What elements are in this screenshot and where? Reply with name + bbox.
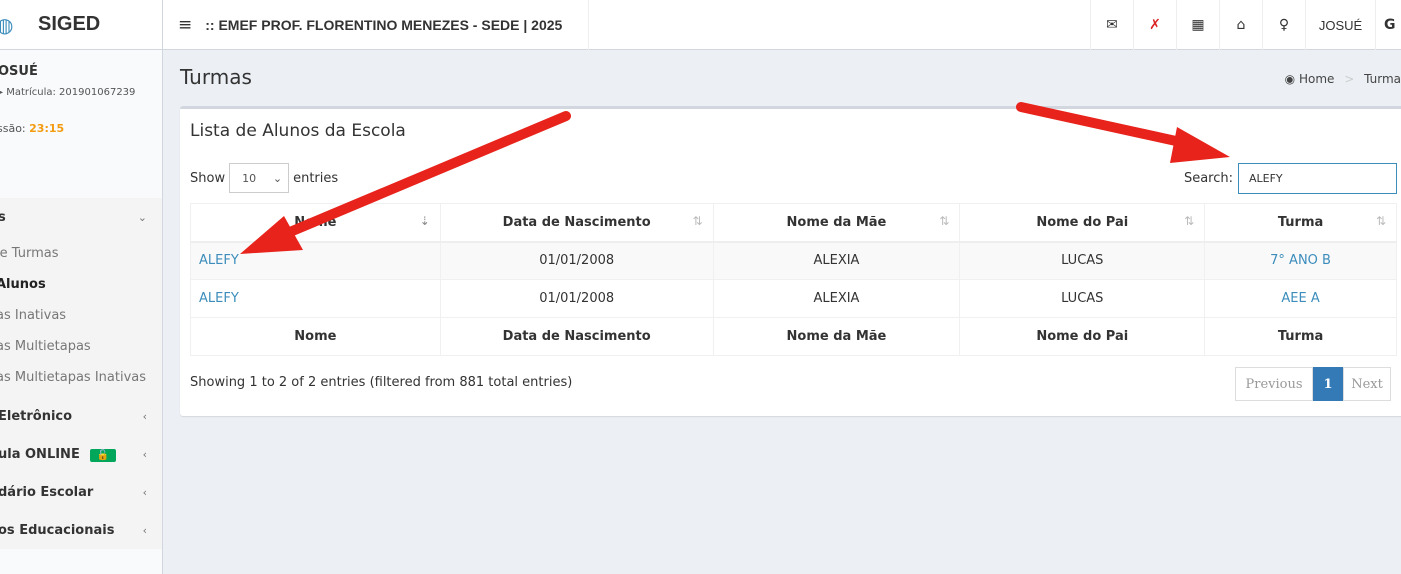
sidebar-item-aula-online[interactable]: ula ONLINE 🔓 ‹: [0, 435, 162, 473]
dashboard-icon: ◉: [1284, 72, 1296, 86]
submenu-item[interactable]: as Multietapas: [0, 331, 162, 362]
sidebar: ◍ SIGED OSUÉ ▸ Matrícula: 201901067239 s…: [0, 0, 163, 574]
previous-button[interactable]: Previous: [1235, 367, 1313, 401]
col-footer-turma: Turma: [1204, 317, 1397, 356]
sidebar-item-turmas[interactable]: s ⌄: [0, 198, 162, 236]
topbar-icons: ✉ ✗ ▦ ⌂ ♀ JOSUÉ G: [1090, 0, 1401, 50]
user-menu[interactable]: JOSUÉ: [1305, 0, 1375, 50]
submenu-item[interactable]: le Turmas: [0, 238, 162, 269]
app-name: SIGED: [38, 13, 101, 35]
col-header-pai[interactable]: Nome do Pai ⇅: [959, 203, 1206, 243]
user-name: OSUÉ: [0, 64, 38, 79]
unlock-icon: 🔓: [89, 448, 117, 462]
entries-label: entries: [293, 170, 339, 186]
breadcrumb-current: Turma: [1364, 72, 1401, 86]
page-1-button[interactable]: 1: [1313, 367, 1343, 401]
pagination: Previous 1 Next: [1235, 367, 1391, 401]
students-box: Lista de Alunos da Escola Show 10 ⌄ entri…: [180, 106, 1401, 416]
sidebar-item-calendario[interactable]: dário Escolar ‹: [0, 473, 162, 511]
cell-pai: LUCAS: [959, 241, 1206, 280]
submenu-item[interactable]: as Inativas: [0, 300, 162, 331]
student-link[interactable]: ALEFY: [199, 253, 239, 268]
col-footer-mae: Nome da Mãe: [712, 317, 961, 356]
col-header-nome[interactable]: Nome ⇣: [190, 203, 441, 243]
bank-icon[interactable]: ⌂: [1219, 0, 1262, 50]
cell-pai: LUCAS: [959, 279, 1206, 318]
search-label: Search:: [1183, 171, 1233, 186]
submenu-item-alunos[interactable]: Alunos: [0, 269, 162, 300]
sort-icon: ⇅: [1375, 214, 1386, 228]
col-header-turma[interactable]: Turma ⇅: [1204, 203, 1397, 243]
entries-select[interactable]: 10 ⌄: [229, 163, 290, 193]
entries-length: Show 10 ⌄ entries: [190, 163, 338, 193]
sidebar-item-eletronico[interactable]: Eletrônico ‹: [0, 397, 162, 435]
globe-icon: ◍: [0, 14, 18, 36]
breadcrumb-home[interactable]: Home: [1299, 72, 1334, 86]
hamburger-icon[interactable]: ≡: [178, 15, 192, 35]
show-label: Show: [190, 170, 226, 186]
table-row: ALEFY 01/01/2008 ALEXIA LUCAS 7° ANO B: [190, 241, 1397, 280]
session-timer: ssão: 23:15: [0, 122, 65, 135]
table-info: Showing 1 to 2 of 2 entries (filtered fr…: [190, 375, 573, 390]
sort-icon: ⇣: [419, 214, 430, 228]
chevron-left-icon: ‹: [142, 523, 147, 537]
lightbulb-icon[interactable]: ♀: [1262, 0, 1305, 50]
col-footer-pai: Nome do Pai: [959, 317, 1206, 356]
table-search: Search:: [1184, 163, 1397, 194]
chevron-left-icon: ‹: [142, 447, 147, 461]
table-row: ALEFY 01/01/2008 ALEXIA LUCAS AEE A: [190, 279, 1397, 318]
divider: [588, 0, 589, 50]
box-title: Lista de Alunos da Escola: [190, 121, 406, 141]
sort-icon: ⇅: [1184, 214, 1195, 228]
school-title: :: EMEF PROF. FLORENTINO MENEZES - SEDE …: [205, 16, 563, 33]
col-header-nascimento[interactable]: Data de Nascimento ⇅: [439, 203, 714, 243]
next-button[interactable]: Next: [1343, 367, 1391, 401]
turma-link[interactable]: AEE A: [1281, 291, 1319, 306]
sidebar-submenu: le Turmas Alunos as Inativas as Multieta…: [0, 236, 162, 397]
user-panel: OSUÉ ▸ Matrícula: 201901067239 ssão: 23:…: [0, 50, 162, 200]
table-footer-row: Nome Data de Nascimento Nome da Mãe Nome…: [190, 317, 1397, 356]
user-matricula: ▸ Matrícula: 201901067239: [0, 87, 136, 98]
envelope-icon[interactable]: ✉: [1090, 0, 1133, 50]
chevron-down-icon: ⌄: [272, 171, 283, 185]
gear-icon[interactable]: G: [1375, 0, 1401, 50]
student-link[interactable]: ALEFY: [199, 291, 239, 306]
submenu-item[interactable]: as Multietapas Inativas: [0, 362, 162, 393]
cell-mae: ALEXIA: [712, 241, 961, 280]
sort-icon: ⇅: [939, 214, 950, 228]
page-title: Turmas: [180, 65, 252, 89]
col-footer-nome: Nome: [190, 317, 441, 356]
cell-nascimento: 01/01/2008: [439, 279, 714, 318]
calendar-icon[interactable]: ▦: [1176, 0, 1219, 50]
topbar: ≡ :: EMEF PROF. FLORENTINO MENEZES - SED…: [163, 0, 1401, 50]
chevron-left-icon: ‹: [142, 485, 147, 499]
chevron-left-icon: ‹: [142, 409, 147, 423]
col-footer-nascimento: Data de Nascimento: [439, 317, 714, 356]
bell-slash-icon[interactable]: ✗: [1133, 0, 1176, 50]
cell-mae: ALEXIA: [712, 279, 961, 318]
breadcrumb: ◉ Home > Turma: [1284, 72, 1401, 86]
col-header-mae[interactable]: Nome da Mãe ⇅: [712, 203, 961, 243]
sidebar-menu: s ⌄ le Turmas Alunos as Inativas as Mult…: [0, 198, 162, 549]
chevron-down-icon: ⌄: [137, 210, 147, 224]
content-header: Turmas: [180, 65, 252, 89]
sort-icon: ⇅: [692, 214, 703, 228]
search-input[interactable]: [1238, 163, 1397, 194]
table-header-row: Nome ⇣ Data de Nascimento ⇅ Nome da Mãe ⇅ N…: [190, 203, 1397, 243]
turma-link[interactable]: 7° ANO B: [1270, 253, 1331, 268]
logo[interactable]: ◍ SIGED: [0, 0, 162, 50]
students-table: Nome ⇣ Data de Nascimento ⇅ Nome da Mãe ⇅ N…: [190, 203, 1397, 356]
cell-nascimento: 01/01/2008: [439, 241, 714, 280]
sidebar-item-educacionais[interactable]: os Educacionais ‹: [0, 511, 162, 549]
